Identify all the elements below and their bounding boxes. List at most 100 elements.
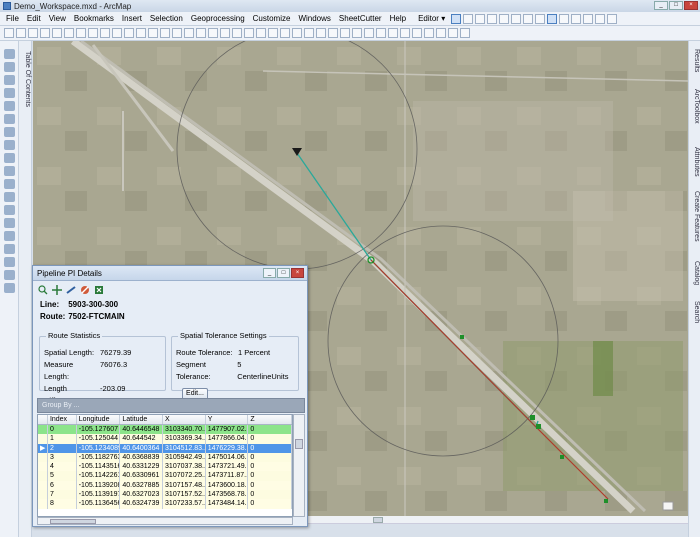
cell-index[interactable]: 3 [48,452,77,463]
cell-y[interactable]: 1473600.18... [206,480,249,491]
cell-longitude[interactable]: -105.1234089 [77,443,121,453]
go-to-xy-icon[interactable] [3,257,15,267]
tab-create-features[interactable]: Create Features [693,191,700,242]
cell-index[interactable]: 7 [48,490,77,500]
vertex[interactable] [530,415,535,420]
cell-index[interactable]: 0 [48,425,77,435]
cell-latitude[interactable]: 40.6327885 [120,480,164,491]
row-selector[interactable] [38,471,48,481]
cell-latitude[interactable]: 40.6400364 [120,443,164,453]
cell-z[interactable]: 0 [248,499,292,509]
pipeline-tool-10-icon[interactable] [340,28,350,38]
table-row[interactable]: 8 -105.1136456 40.6324739 3107233.57... 1473… [38,499,292,509]
identify-tool-icon[interactable] [3,179,15,189]
editor-options-icon[interactable] [607,13,618,24]
cell-latitude[interactable]: 40.6331229 [120,462,164,472]
select-features-icon[interactable] [547,13,558,24]
close-button[interactable]: × [684,1,698,10]
menu-selection[interactable]: Selection [146,14,187,23]
cell-index[interactable]: 2 [48,443,77,453]
editor-toolbar-icon[interactable] [148,28,158,38]
zoom-to-route-icon[interactable] [38,285,48,295]
pipeline-tool-3-icon[interactable] [256,28,266,38]
export-excel-icon[interactable] [94,285,104,295]
create-features-icon[interactable] [595,13,606,24]
vertex[interactable] [560,455,564,459]
back-extent-icon[interactable] [3,127,15,137]
scale-dropdown-icon[interactable] [136,28,146,38]
cell-longitude[interactable]: -105.1182763 [77,452,121,463]
table-vscroll-thumb[interactable] [295,439,303,449]
sketch-properties-icon[interactable] [583,13,594,24]
cell-x[interactable]: 3107037.38... [163,462,206,472]
open-icon[interactable] [16,28,26,38]
row-selector[interactable] [38,434,48,444]
delete-icon[interactable] [88,28,98,38]
copy-icon[interactable] [64,28,74,38]
tab-catalog[interactable]: Catalog [693,261,700,285]
print-icon[interactable] [40,28,50,38]
row-selector[interactable] [38,480,48,491]
pipeline-tool-15-icon[interactable] [400,28,410,38]
cell-y[interactable]: 1473721.49... [206,462,249,472]
cell-y[interactable]: 1476229.38... [206,443,249,453]
vertex[interactable] [460,335,464,339]
trace-icon[interactable] [499,13,510,24]
cell-latitude[interactable]: 40.6368839 [120,452,164,463]
pipeline-tool-11-icon[interactable] [352,28,362,38]
edit-tool-icon[interactable] [451,13,462,24]
table-row[interactable]: 5 -105.1142261 40.6330961 3107072.25... 1473… [38,471,292,481]
cell-longitude[interactable]: -105.1143516 [77,462,121,472]
cell-index[interactable]: 5 [48,471,77,481]
map-scroll-thumb[interactable] [373,517,383,523]
create-viewer-icon[interactable] [3,283,15,293]
cell-latitude[interactable]: 40.6324739 [120,499,164,509]
row-selector[interactable] [38,452,48,463]
straight-segment-icon[interactable] [475,13,486,24]
table-row[interactable]: 7 -105.1139197 40.6327023 3107157.52... 1473… [38,490,292,500]
panel-close-button[interactable]: × [291,268,304,278]
group-by-panel[interactable]: Group By ... [37,398,305,413]
cell-longitude[interactable]: -105.1142261 [77,471,121,481]
minimize-button[interactable]: _ [654,1,668,10]
cell-longitude[interactable]: -105.1139208 [77,480,121,491]
attributes-icon[interactable] [571,13,582,24]
hyperlink-icon[interactable] [3,192,15,202]
table-row[interactable]: 4 -105.1143516 40.6331229 3107037.38... 1473… [38,462,292,472]
cell-x[interactable]: 3103369.34... [163,434,206,444]
new-icon[interactable] [4,28,14,38]
pipeline-tool-13-icon[interactable] [376,28,386,38]
search-window-icon[interactable] [184,28,194,38]
tab-attributes[interactable]: Attributes [693,147,700,177]
col-header-index[interactable]: Index [48,415,77,424]
cell-latitude[interactable]: 40.6327023 [120,490,164,500]
col-header-longitude[interactable]: Longitude [77,415,121,424]
pipeline-tool-9-icon[interactable] [328,28,338,38]
undo-icon[interactable] [100,28,110,38]
fixed-zoom-out-icon[interactable] [3,114,15,124]
cell-x[interactable]: 3105942.49... [163,452,206,463]
col-header-latitude[interactable]: Latitude [120,415,164,424]
cell-longitude[interactable]: -105.1139197 [77,490,121,500]
find-icon[interactable] [3,231,15,241]
forward-extent-icon[interactable] [3,140,15,150]
tab-arctoolbox[interactable]: ArcToolbox [693,89,700,124]
pipeline-tool-20-icon[interactable] [460,28,470,38]
cell-index[interactable]: 4 [48,462,77,472]
panel-minimize-button[interactable]: _ [263,268,276,278]
table-row[interactable]: 3 -105.1182763 40.6368839 3105942.49... 1475… [38,452,292,463]
cell-latitude[interactable]: 40.6330961 [120,471,164,481]
point-icon[interactable] [511,13,522,24]
cell-y[interactable]: 1477866.04... [206,434,249,444]
table-row[interactable]: ▶ 2 -105.1234089 40.6400364 3104512.83... 147… [38,443,292,453]
table-vertical-scrollbar[interactable] [293,414,305,517]
pipeline-tool-5-icon[interactable] [280,28,290,38]
pipeline-tool-12-icon[interactable] [364,28,374,38]
cell-latitude[interactable]: 40.6446548 [120,425,164,435]
zoom-in-icon[interactable] [3,49,15,59]
python-icon[interactable] [208,28,218,38]
panel-maximize-button[interactable]: □ [277,268,290,278]
cell-y[interactable]: 1473568.78... [206,490,249,500]
menu-file[interactable]: File [2,14,23,23]
cell-longitude[interactable]: -105.125044 [77,434,121,444]
